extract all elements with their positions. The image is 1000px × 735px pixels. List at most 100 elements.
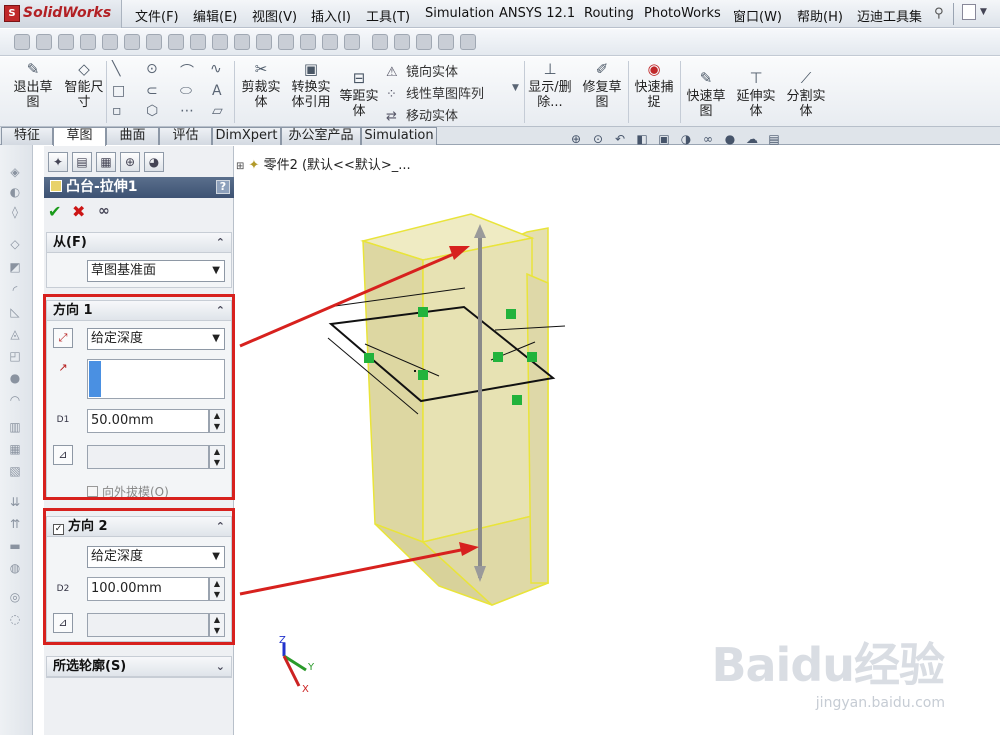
revolve-icon[interactable]: ◐: [7, 185, 23, 199]
display-tab-icon[interactable]: ◕: [144, 152, 164, 172]
split-line-icon[interactable]: ▬: [7, 539, 23, 553]
freeform-icon[interactable]: ◌: [7, 612, 23, 626]
shell-icon[interactable]: ◰: [7, 349, 23, 363]
expand-icon[interactable]: ⊞: [236, 161, 244, 172]
smart-dimension-button[interactable]: ◇ 智能尺寸: [60, 60, 108, 110]
previous-view-icon[interactable]: ↶: [612, 132, 628, 146]
split-entities-button[interactable]: ⟋ 分割实体: [784, 69, 828, 119]
line-icon[interactable]: ╲: [112, 61, 120, 77]
from-header[interactable]: 从(F) ⌃: [47, 233, 231, 253]
equation-icon[interactable]: [58, 34, 74, 50]
chevron-down-icon[interactable]: ▼: [512, 83, 519, 93]
fillet-icon[interactable]: ◜: [7, 283, 23, 297]
repair-sketch-button[interactable]: ✐ 修复草图: [580, 60, 624, 110]
menu-simulation[interactable]: Simulation: [425, 6, 494, 21]
menu-photoworks[interactable]: PhotoWorks: [644, 6, 721, 21]
check-circle-icon[interactable]: [416, 34, 432, 50]
flex-icon[interactable]: ◎: [7, 590, 23, 604]
display-style-icon[interactable]: ◑: [678, 132, 694, 146]
chamfer-icon[interactable]: ◺: [7, 305, 23, 319]
sheet2-icon[interactable]: [168, 34, 184, 50]
tab-dimxpert[interactable]: DimXpert: [212, 127, 281, 145]
wrap-icon[interactable]: ▧: [7, 464, 23, 478]
selected-contours-header[interactable]: 所选轮廓(S) ⌄: [47, 657, 231, 677]
mirror-feature-icon[interactable]: ▥: [7, 420, 23, 434]
menu-maidi-tools[interactable]: 迈迪工具集: [857, 6, 922, 25]
tab-features[interactable]: 特征: [1, 127, 53, 145]
move-face-icon[interactable]: ⇊: [7, 495, 23, 509]
arc-icon[interactable]: ⌒: [180, 61, 194, 81]
tab-simulation[interactable]: Simulation: [361, 127, 437, 145]
gear-icon[interactable]: [394, 34, 410, 50]
dimxpert-tab-icon[interactable]: ⊕: [120, 152, 140, 172]
view-settings-icon[interactable]: ▤: [766, 132, 782, 146]
expand-icon[interactable]: ⌄: [216, 657, 225, 677]
display-delete-relations-button[interactable]: ⊥ 显示/删除...: [528, 60, 572, 110]
rectangle-icon[interactable]: □: [112, 83, 125, 99]
menu-file[interactable]: 文件(F): [135, 6, 179, 25]
point-icon[interactable]: ▫: [112, 103, 122, 119]
extend-entities-button[interactable]: ⊤ 延伸实体: [734, 69, 778, 119]
plane-icon[interactable]: ▱: [212, 103, 223, 119]
menu-view[interactable]: 视图(V): [252, 6, 297, 25]
exit-sketch-button[interactable]: ✎ 退出草图: [8, 60, 58, 110]
menu-edit[interactable]: 编辑(E): [193, 6, 237, 25]
pattern-feature-icon[interactable]: ▦: [7, 442, 23, 456]
hand-icon[interactable]: [460, 34, 476, 50]
rapid-sketch-button[interactable]: ✎ 快速草图: [684, 69, 728, 119]
menu-routing[interactable]: Routing: [584, 6, 634, 21]
menu-ansys[interactable]: ANSYS 12.1: [499, 6, 575, 21]
tab-sketch[interactable]: 草图: [53, 127, 106, 146]
list-icon[interactable]: [212, 34, 228, 50]
chevron-down-icon[interactable]: ▼: [980, 7, 987, 17]
tab-surfaces[interactable]: 曲面: [106, 127, 159, 145]
text-tool-icon[interactable]: A: [212, 83, 222, 99]
slot-icon[interactable]: ⊂: [146, 83, 158, 99]
scale-feature-icon[interactable]: ⇈: [7, 517, 23, 531]
menu-help[interactable]: 帮助(H): [797, 6, 843, 25]
section-view-icon[interactable]: ◧: [634, 132, 650, 146]
help-button[interactable]: ?: [216, 180, 230, 194]
dome-icon[interactable]: ◠: [7, 393, 23, 407]
sheet-icon[interactable]: [124, 34, 140, 50]
spline-icon[interactable]: ∿: [210, 61, 222, 77]
spellcheck-icon[interactable]: [14, 34, 30, 50]
scale-icon[interactable]: [300, 34, 316, 50]
offset-entities-button[interactable]: ⊟ 等距实体: [336, 69, 382, 119]
feature-tree-flyout[interactable]: ⊞ ✦ 零件2 (默认<<默认>_...: [236, 154, 411, 173]
cut-icon[interactable]: ◇: [7, 237, 23, 251]
hide-show-icon[interactable]: ∞: [700, 132, 716, 146]
appearance-icon[interactable]: ●: [722, 132, 738, 146]
trim-entities-button[interactable]: ✂ 剪裁实体: [238, 60, 284, 110]
sphere-icon[interactable]: ●: [7, 371, 23, 385]
square-icon[interactable]: [438, 34, 454, 50]
layer-icon[interactable]: [344, 34, 360, 50]
configuration-tab-icon[interactable]: ▦: [96, 152, 116, 172]
view-orientation-icon[interactable]: ▣: [656, 132, 672, 146]
text-icon[interactable]: [80, 34, 96, 50]
diamond-icon[interactable]: [234, 34, 250, 50]
circle-icon[interactable]: ⊙: [146, 61, 158, 77]
split-icon[interactable]: [256, 34, 272, 50]
from-select[interactable]: 草图基准面 ▼: [87, 260, 225, 282]
tab-evaluate[interactable]: 评估: [159, 127, 212, 145]
new-document-icon[interactable]: [962, 4, 976, 20]
convert-entities-button[interactable]: ▣ 转换实体引用: [288, 60, 334, 110]
quick-snaps-button[interactable]: ◉ 快速捕捉: [631, 60, 677, 110]
stop-icon[interactable]: [372, 34, 388, 50]
scene-icon[interactable]: ☁: [744, 132, 760, 146]
preview-icon[interactable]: ∞: [98, 203, 110, 219]
deform-icon[interactable]: ◍: [7, 561, 23, 575]
linear-pattern-button[interactable]: ⁘ 线性草图阵列: [386, 83, 484, 102]
property-manager-tab-icon[interactable]: ▤: [72, 152, 92, 172]
sweep-icon[interactable]: ◊: [7, 205, 23, 219]
feature-tree-tab-icon[interactable]: ✦: [48, 152, 68, 172]
pin-icon[interactable]: ⚲: [934, 6, 944, 21]
cancel-icon[interactable]: ✖: [72, 202, 85, 221]
tab-office-products[interactable]: 办公室产品: [281, 127, 361, 145]
menu-tools[interactable]: 工具(T): [366, 6, 410, 25]
dropdown-icon[interactable]: [322, 34, 338, 50]
centerline-icon[interactable]: ⋯: [180, 103, 194, 119]
zoom-to-fit-icon[interactable]: ⊕: [568, 132, 584, 146]
checkbox-icon[interactable]: [146, 34, 162, 50]
